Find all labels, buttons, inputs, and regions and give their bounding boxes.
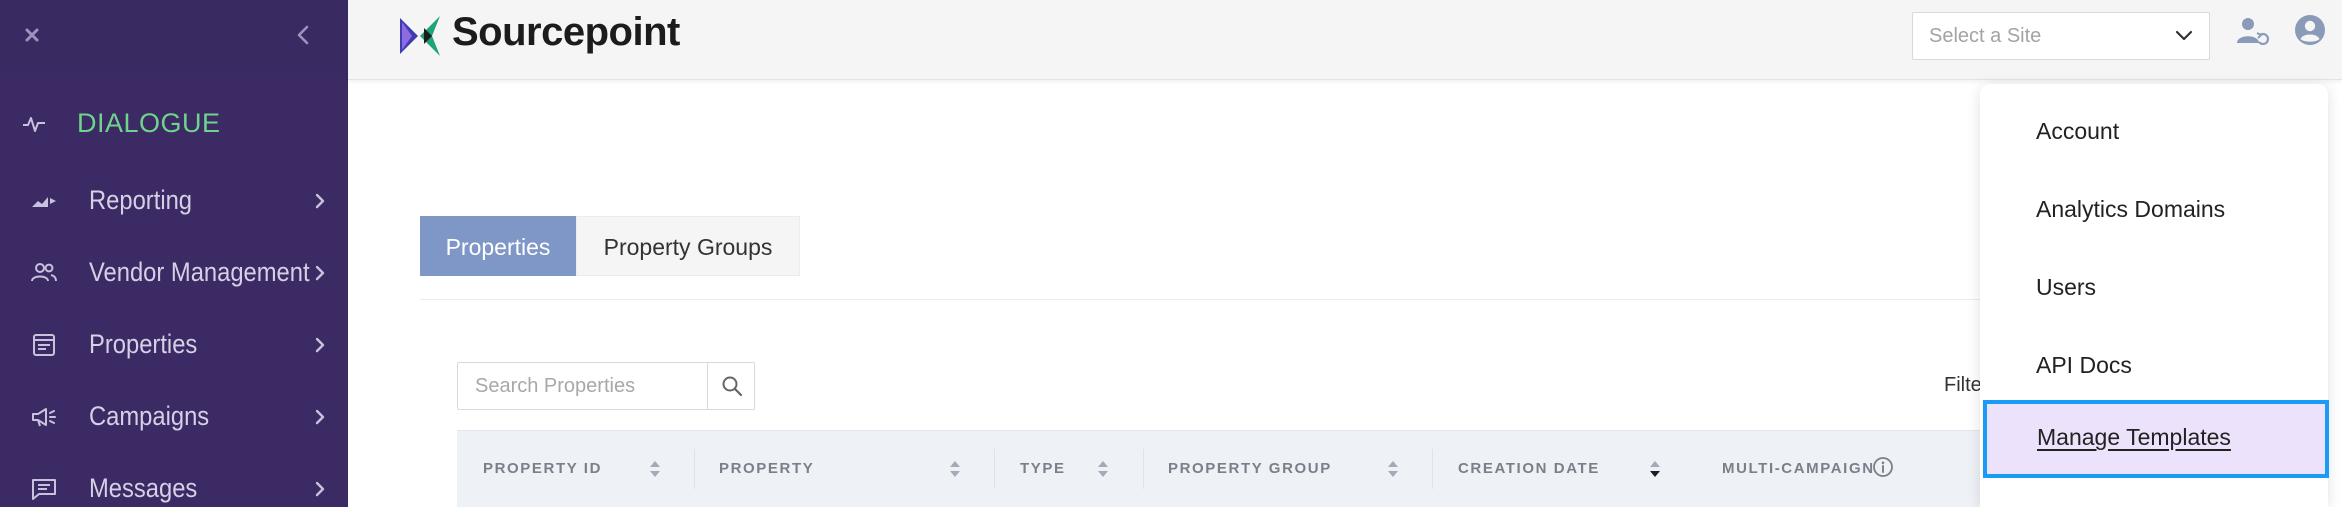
sidebar-item-label: Reporting <box>89 185 193 215</box>
chevron-right-icon <box>314 479 326 499</box>
chevron-down-icon <box>2175 29 2193 43</box>
sort-icon[interactable] <box>649 458 661 480</box>
column-header-multi-campaign[interactable]: MULTI-CAMPAIGN <box>1722 460 1875 477</box>
column-header-property-group[interactable]: PROPERTY GROUP <box>1168 460 1332 477</box>
sidebar: DIALOGUE Reporting Vendor Management Pro… <box>0 0 348 507</box>
tabs-divider <box>420 299 1980 300</box>
tab-property-groups[interactable]: Property Groups <box>576 216 800 276</box>
brand-name[interactable]: Sourcepoint <box>452 10 680 55</box>
sort-icon[interactable] <box>1387 458 1399 480</box>
menu-item-label: Manage Templates <box>2037 424 2231 450</box>
site-select[interactable]: Select a Site <box>1912 12 2210 60</box>
column-separator <box>994 449 995 489</box>
column-header-creation-date[interactable]: CREATION DATE <box>1458 460 1600 477</box>
properties-icon <box>30 333 58 357</box>
site-select-placeholder: Select a Site <box>1929 25 2042 47</box>
column-separator <box>1432 449 1433 489</box>
chevron-right-icon <box>314 335 326 355</box>
messages-icon <box>30 477 58 501</box>
sidebar-item-label: Messages <box>89 473 198 503</box>
vendor-management-icon <box>30 261 58 285</box>
sidebar-item-label: Vendor Management <box>89 257 310 287</box>
column-separator <box>1143 449 1144 489</box>
search-box <box>457 362 755 410</box>
info-icon[interactable] <box>1872 456 1894 478</box>
menu-item-account[interactable]: Account <box>1980 94 2328 172</box>
campaigns-icon <box>30 405 58 429</box>
reporting-icon <box>30 189 58 213</box>
tab-properties[interactable]: Properties <box>420 216 576 276</box>
search-button[interactable] <box>708 363 755 409</box>
account-dropdown-menu: Account Analytics Domains Users API Docs… <box>1980 84 2329 507</box>
sidebar-item-properties[interactable]: Properties <box>0 317 348 373</box>
sidebar-item-reporting[interactable]: Reporting <box>0 173 348 229</box>
pulse-icon <box>22 114 46 134</box>
user-profile-icon[interactable] <box>2294 14 2326 46</box>
column-separator <box>694 449 695 489</box>
sidebar-item-messages[interactable]: Messages <box>0 461 348 507</box>
sort-icon[interactable] <box>949 458 961 480</box>
chevron-right-icon <box>314 263 326 283</box>
sort-icon[interactable] <box>1097 458 1109 480</box>
sourcepoint-logo-icon[interactable] <box>398 14 448 58</box>
menu-item-manage-templates[interactable]: Manage Templates <box>1983 400 2329 478</box>
filter-label: Filte <box>1944 374 1982 396</box>
chevron-right-icon <box>314 407 326 427</box>
sidebar-item-vendor-management[interactable]: Vendor Management <box>0 245 348 301</box>
chevron-left-icon[interactable] <box>296 22 310 48</box>
sidebar-item-label: Properties <box>89 329 198 359</box>
switch-user-icon[interactable] <box>2236 16 2270 48</box>
sort-descending-icon[interactable] <box>1649 458 1661 480</box>
close-icon[interactable] <box>22 22 44 48</box>
table-header: PROPERTY ID PROPERTY TYPE PROPERTY GROUP… <box>457 430 1980 507</box>
menu-item-analytics-domains[interactable]: Analytics Domains <box>1980 172 2328 250</box>
sidebar-item-label: Campaigns <box>89 401 210 431</box>
menu-item-label: Analytics Domains <box>2036 196 2226 222</box>
menu-item-api-docs[interactable]: API Docs <box>1980 328 2328 406</box>
sidebar-section-label: DIALOGUE <box>77 108 221 138</box>
menu-item-label: Users <box>2036 274 2097 300</box>
menu-item-label: API Docs <box>2036 352 2132 378</box>
column-header-property-id[interactable]: PROPERTY ID <box>483 460 602 477</box>
chevron-right-icon <box>314 191 326 211</box>
search-icon <box>722 376 743 397</box>
column-header-type[interactable]: TYPE <box>1020 460 1066 477</box>
menu-item-label: Account <box>2036 118 2120 144</box>
sidebar-item-campaigns[interactable]: Campaigns <box>0 389 348 445</box>
column-header-property[interactable]: PROPERTY <box>719 460 814 477</box>
menu-item-users[interactable]: Users <box>1980 250 2328 328</box>
sidebar-top <box>0 0 348 72</box>
search-input[interactable] <box>458 363 706 409</box>
sidebar-section-dialogue[interactable]: DIALOGUE <box>0 96 348 152</box>
